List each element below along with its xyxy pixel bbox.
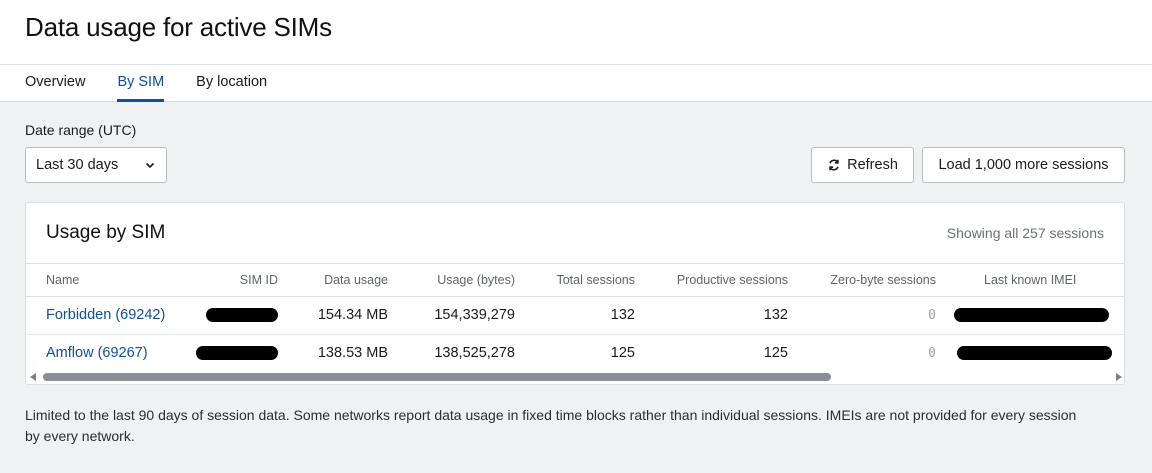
total-sessions-cell: 125 <box>523 334 643 373</box>
card-title: Usage by SIM <box>46 222 166 243</box>
controls-bar: Date range (UTC) Last 30 days Refresh Lo… <box>25 122 1125 183</box>
total-sessions-cell: 132 <box>523 296 643 335</box>
data-usage-cell: 154.34 MB <box>286 296 396 335</box>
date-range-value: Last 30 days <box>36 157 119 173</box>
tab-by-sim[interactable]: By SIM <box>117 65 164 102</box>
sim-name-link[interactable]: Forbidden (69242) <box>46 307 165 323</box>
page-title: Data usage for active SIMs <box>25 11 332 42</box>
table-row: Forbidden (69242) 154.34 MB 154,339,279 … <box>26 296 1124 335</box>
session-count: Showing all 257 sessions <box>946 225 1104 241</box>
footnote: Limited to the last 90 days of session d… <box>25 407 1077 444</box>
col-last-imei[interactable]: Last known IMEI <box>944 264 1124 297</box>
redacted-sim-id <box>196 346 278 361</box>
data-usage-cell: 138.53 MB <box>286 334 396 373</box>
sim-name-link[interactable]: Amflow (69267) <box>46 345 148 361</box>
col-zero-byte-sessions[interactable]: Zero-byte sessions <box>796 264 944 297</box>
horizontal-scrollbar[interactable] <box>26 370 1124 384</box>
table-header-row: Name SIM ID Data usage Usage (bytes) Tot… <box>26 264 1124 297</box>
date-range-label: Date range (UTC) <box>25 122 137 138</box>
productive-sessions-cell: 132 <box>643 296 796 335</box>
usage-bytes-cell: 154,339,279 <box>396 296 523 335</box>
productive-sessions-cell: 125 <box>643 334 796 373</box>
usage-table: Name SIM ID Data usage Usage (bytes) Tot… <box>26 264 1124 373</box>
redacted-imei <box>954 308 1109 323</box>
page-header: Data usage for active SIMs <box>0 0 1152 65</box>
usage-bytes-cell: 138,525,278 <box>396 334 523 373</box>
redacted-imei <box>957 346 1112 361</box>
scroll-left-arrow-icon[interactable] <box>30 373 36 381</box>
col-sim-id[interactable]: SIM ID <box>178 264 286 297</box>
tab-overview[interactable]: Overview <box>25 65 85 102</box>
refresh-button[interactable]: Refresh <box>811 147 914 183</box>
zero-byte-sessions-cell: 0 <box>928 346 936 361</box>
col-total-sessions[interactable]: Total sessions <box>523 264 643 297</box>
load-more-button[interactable]: Load 1,000 more sessions <box>922 147 1125 183</box>
tab-bar: Overview By SIM By location <box>0 65 1152 102</box>
redacted-sim-id <box>206 308 278 323</box>
refresh-label: Refresh <box>847 157 898 173</box>
zero-byte-sessions-cell: 0 <box>928 308 936 323</box>
scroll-thumb[interactable] <box>43 373 831 381</box>
col-productive-sessions[interactable]: Productive sessions <box>643 264 796 297</box>
tab-by-location[interactable]: By location <box>196 65 267 102</box>
col-name[interactable]: Name <box>26 264 178 297</box>
chevron-down-icon <box>145 162 155 169</box>
refresh-icon <box>829 159 839 171</box>
usage-card: Usage by SIM Showing all 257 sessions Na… <box>25 202 1125 385</box>
col-usage-bytes[interactable]: Usage (bytes) <box>396 264 523 297</box>
card-header: Usage by SIM Showing all 257 sessions <box>26 203 1124 264</box>
table-row: Amflow (69267) 138.53 MB 138,525,278 125… <box>26 334 1124 373</box>
date-range-select[interactable]: Last 30 days <box>25 147 167 183</box>
col-data-usage[interactable]: Data usage <box>286 264 396 297</box>
scroll-right-arrow-icon[interactable] <box>1116 373 1122 381</box>
